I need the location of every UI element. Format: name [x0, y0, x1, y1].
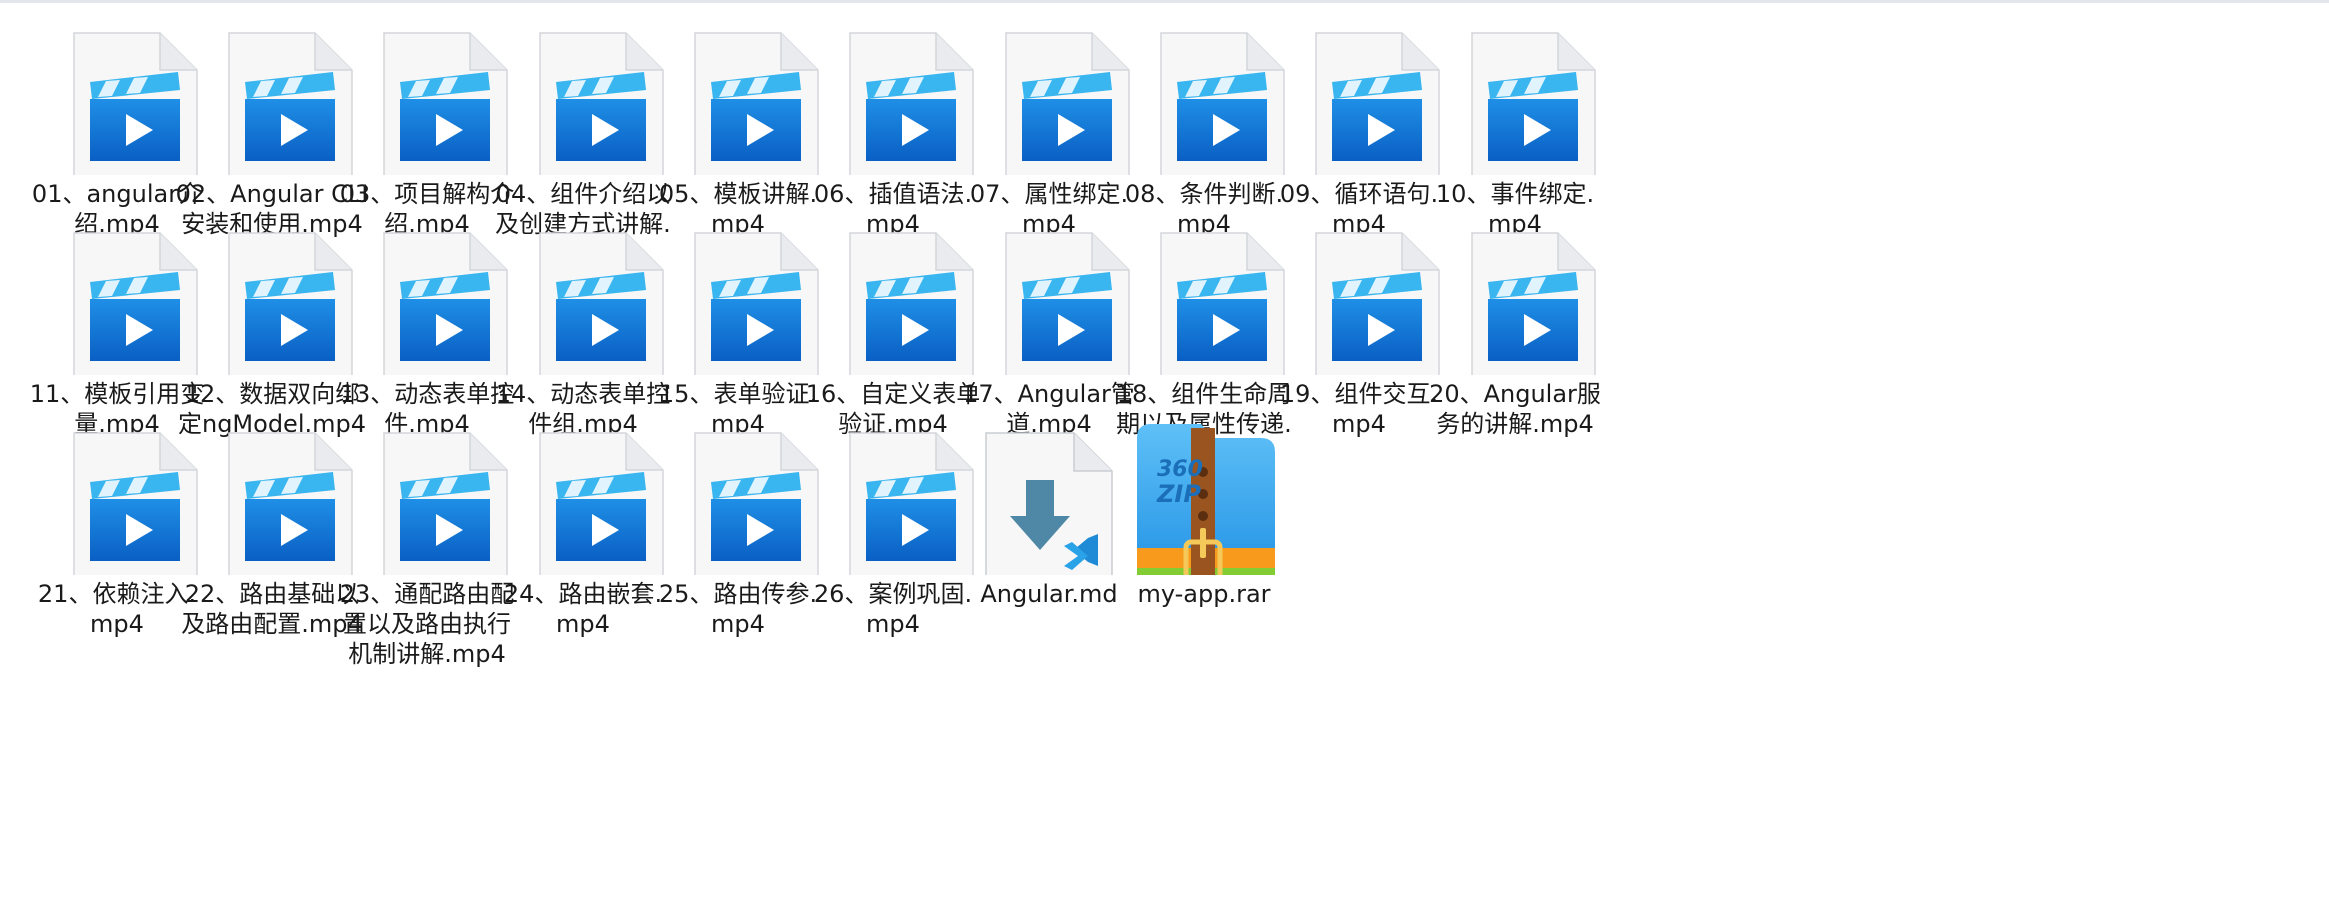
file-name-line: 20、Angular服 [1429, 380, 1601, 408]
svg-text:ZIP: ZIP [1156, 480, 1201, 508]
file-name-line: 务的讲解.mp4 [1436, 410, 1594, 438]
file-name-label: my-app.rar [1089, 579, 1319, 609]
zip-archive-icon: 360 ZIP [1089, 400, 1319, 575]
file-name-label: 20、Angular服 务的讲解.mp4 [1400, 379, 1630, 439]
file-grid: 01、angular介 绍.mp4 02、Angular CLI 安装和使用.mp4… [0, 0, 2329, 911]
svg-text:360: 360 [1157, 457, 1203, 482]
video-file-icon [1400, 200, 1630, 375]
video-file-item[interactable]: 20、Angular服 务的讲解.mp4 [1400, 200, 1630, 490]
archive-file-item[interactable]: 360 ZIP my-app.rar [1089, 400, 1319, 690]
video-file-icon [1400, 0, 1630, 175]
file-name-line: my-app.rar [1137, 580, 1271, 608]
